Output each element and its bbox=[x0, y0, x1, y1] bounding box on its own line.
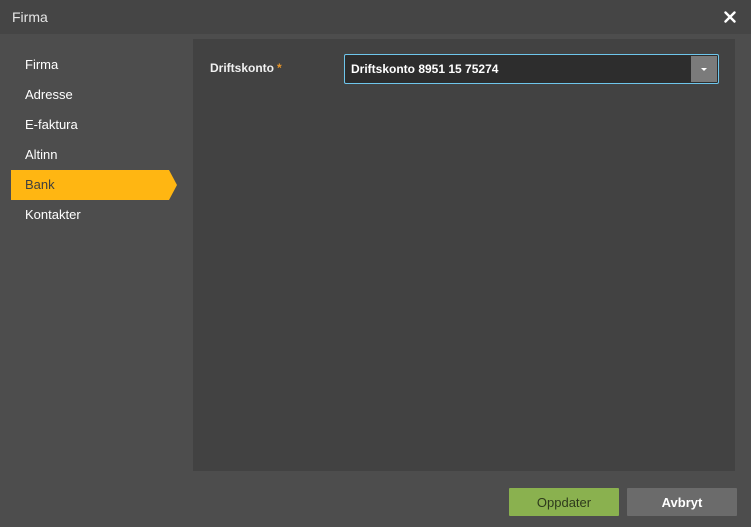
sidebar-item-label: Altinn bbox=[25, 147, 58, 162]
driftskonto-label-text: Driftskonto bbox=[210, 61, 274, 75]
sidebar-item-label: Adresse bbox=[25, 87, 73, 102]
bank-settings-panel: Driftskonto * Driftskonto 8951 15 75274 bbox=[193, 39, 735, 471]
close-button[interactable] bbox=[719, 6, 741, 28]
sidebar-item-adresse[interactable]: Adresse bbox=[11, 80, 186, 110]
sidebar-item-firma[interactable]: Firma bbox=[11, 50, 186, 80]
sidebar-item-e-faktura[interactable]: E-faktura bbox=[11, 110, 186, 140]
driftskonto-select[interactable]: Driftskonto 8951 15 75274 bbox=[344, 54, 719, 84]
settings-sidebar: Firma Adresse E-faktura Altinn Bank Kont… bbox=[11, 50, 186, 230]
close-icon bbox=[724, 11, 736, 23]
sidebar-item-label: Bank bbox=[25, 177, 55, 192]
update-button[interactable]: Oppdater bbox=[509, 488, 619, 516]
sidebar-item-label: Firma bbox=[25, 57, 59, 72]
sidebar-item-label: Kontakter bbox=[25, 207, 81, 222]
dialog-titlebar: Firma bbox=[0, 0, 751, 34]
driftskonto-dropdown-button[interactable] bbox=[691, 56, 717, 82]
driftskonto-select-value: Driftskonto 8951 15 75274 bbox=[351, 62, 499, 76]
sidebar-item-bank[interactable]: Bank bbox=[11, 170, 177, 200]
cancel-button[interactable]: Avbryt bbox=[627, 488, 737, 516]
sidebar-item-kontakter[interactable]: Kontakter bbox=[11, 200, 186, 230]
required-marker: * bbox=[277, 61, 282, 75]
driftskonto-label: Driftskonto * bbox=[210, 61, 282, 75]
chevron-down-icon bbox=[701, 67, 707, 71]
dialog-title: Firma bbox=[12, 9, 48, 25]
sidebar-item-altinn[interactable]: Altinn bbox=[11, 140, 186, 170]
sidebar-item-label: E-faktura bbox=[25, 117, 78, 132]
